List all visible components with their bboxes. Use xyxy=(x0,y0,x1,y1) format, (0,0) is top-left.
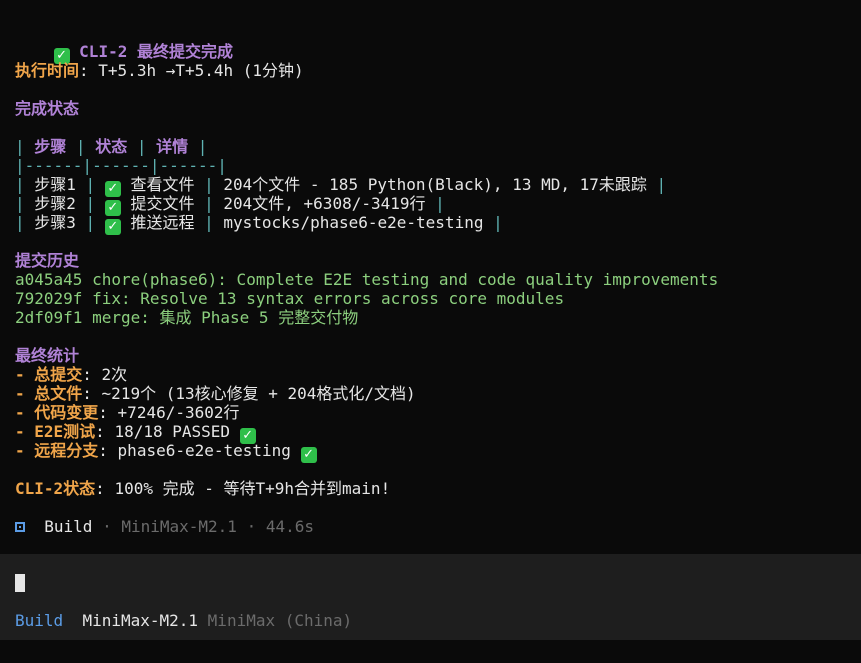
exec-time-line: 执行时间: T+5.3h →T+5.4h (1分钟) xyxy=(15,61,304,80)
table-separator-row: |------|------|------| xyxy=(15,156,227,175)
page-title: CLI-2 最终提交完成 xyxy=(79,42,233,61)
bullet: - xyxy=(15,365,35,384)
provider-label: MiniMax (China) xyxy=(207,611,353,630)
table-cell-status: 推送远程 xyxy=(130,213,195,232)
title-line: ✓ CLI-2 最终提交完成 xyxy=(15,23,233,64)
prompt-input-area[interactable]: Build MiniMax-M2.1 MiniMax (China) xyxy=(0,554,861,640)
table-pipe: | xyxy=(75,194,105,213)
list-item: - 远程分支: phase6-e2e-testing ✓ xyxy=(15,441,317,463)
table-pipe: | xyxy=(75,213,105,232)
text-cursor[interactable] xyxy=(15,574,25,592)
history-heading-line: 提交历史 xyxy=(15,251,79,270)
exec-time-label: 执行时间 xyxy=(15,61,80,80)
completion-heading-line: 完成状态 xyxy=(15,99,79,118)
table-row: | 步骤1 | ✓ 查看文件 | 204个文件 - 185 Python(Bla… xyxy=(15,175,667,197)
table-cell-step: 步骤1 xyxy=(34,175,76,194)
commit-line: 792029f fix: Resolve 13 syntax errors ac… xyxy=(15,289,565,308)
separator-dot: · xyxy=(92,517,122,536)
separator-dot: · xyxy=(236,517,266,536)
table-cell-status: 查看文件 xyxy=(130,175,195,194)
list-item: - 总文件: ~219个 (13核心修复 + 204格式化/文档) xyxy=(15,384,416,403)
table-pipe: | xyxy=(483,213,503,232)
table-cell-status: 提交文件 xyxy=(130,194,195,213)
stat-label: 远程分支 xyxy=(34,441,99,460)
table-header-row: | 步骤 | 状态 | 详情 | xyxy=(15,137,207,156)
cli-status-value: 100% 完成 - 等待T+9h合并到main! xyxy=(114,479,391,498)
table-header-detail: 详情 xyxy=(156,137,189,156)
build-info-line: Build · MiniMax-M2.1 · 44.6s xyxy=(15,517,314,536)
stat-label: 总文件 xyxy=(34,384,83,403)
build-square-icon xyxy=(15,522,25,532)
table-cell-detail: mystocks/phase6-e2e-testing xyxy=(223,213,484,232)
list-item: - 总提交: 2次 xyxy=(15,365,127,384)
stat-value: +7246/-3602行 xyxy=(117,403,240,422)
colon: : xyxy=(98,403,118,422)
table-separator: |------|------|------| xyxy=(15,156,227,175)
colon: : xyxy=(95,479,115,498)
table-pipe: | xyxy=(194,194,224,213)
check-icon: ✓ xyxy=(300,447,317,463)
colon: : xyxy=(82,384,102,403)
history-heading: 提交历史 xyxy=(15,251,80,270)
build-model: MiniMax-M2.1 xyxy=(121,517,237,536)
table-pipe: | xyxy=(194,213,224,232)
cli-status-label: CLI-2状态 xyxy=(15,479,96,498)
stat-value: 18/18 PASSED xyxy=(114,422,231,441)
status-bar: Build MiniMax-M2.1 MiniMax (China) xyxy=(15,611,352,630)
commit-line: a045a45 chore(phase6): Complete E2E test… xyxy=(15,270,719,289)
table-pipe: | xyxy=(15,213,35,232)
commit-line: 2df09f1 merge: 集成 Phase 5 完整交付物 xyxy=(15,308,359,327)
bullet: - xyxy=(15,403,35,422)
table-pipe: | xyxy=(425,194,445,213)
table-pipe: | xyxy=(66,137,96,156)
exec-time-value: T+5.3h →T+5.4h (1分钟) xyxy=(98,61,304,80)
stats-heading-line: 最终统计 xyxy=(15,346,79,365)
list-item: - 代码变更: +7246/-3602行 xyxy=(15,403,240,422)
colon: : xyxy=(82,365,102,384)
table-pipe: | xyxy=(15,137,35,156)
table-pipe: | xyxy=(188,137,208,156)
cli-status-line: CLI-2状态: 100% 完成 - 等待T+9h合并到main! xyxy=(15,479,390,498)
completion-heading: 完成状态 xyxy=(15,99,80,118)
stat-label: E2E测试 xyxy=(34,422,96,441)
bullet: - xyxy=(15,441,35,460)
stat-value: phase6-e2e-testing xyxy=(117,441,291,460)
bullet: - xyxy=(15,384,35,403)
table-pipe: | xyxy=(15,194,35,213)
list-item: - E2E测试: 18/18 PASSED ✓ xyxy=(15,422,256,444)
table-header-step: 步骤 xyxy=(34,137,67,156)
table-cell-detail: 204个文件 - 185 Python(Black), 13 MD, 17未跟踪 xyxy=(223,175,647,194)
bullet: - xyxy=(15,422,35,441)
check-icon: ✓ xyxy=(104,219,121,235)
model-label[interactable]: MiniMax-M2.1 xyxy=(82,611,198,630)
colon: : xyxy=(79,61,99,80)
stat-label: 总提交 xyxy=(34,365,83,384)
colon: : xyxy=(98,441,118,460)
table-row: | 步骤2 | ✓ 提交文件 | 204文件, +6308/-3419行 | xyxy=(15,194,445,216)
stat-label: 代码变更 xyxy=(34,403,99,422)
colon: : xyxy=(95,422,115,441)
table-pipe: | xyxy=(646,175,667,194)
build-duration: 44.6s xyxy=(265,517,315,536)
stats-heading: 最终统计 xyxy=(15,346,80,365)
table-row: | 步骤3 | ✓ 推送远程 | mystocks/phase6-e2e-tes… xyxy=(15,213,503,235)
table-pipe: | xyxy=(15,175,35,194)
stat-value: 2次 xyxy=(101,365,128,384)
table-pipe: | xyxy=(75,175,105,194)
table-cell-step: 步骤2 xyxy=(34,194,76,213)
build-mode: Build xyxy=(44,517,93,536)
table-pipe: | xyxy=(194,175,224,194)
mode-label[interactable]: Build xyxy=(15,611,63,630)
table-pipe: | xyxy=(127,137,157,156)
stat-value: ~219个 (13核心修复 + 204格式化/文档) xyxy=(101,384,416,403)
table-cell-step: 步骤3 xyxy=(34,213,76,232)
table-cell-detail: 204文件, +6308/-3419行 xyxy=(223,194,426,213)
table-header-status: 状态 xyxy=(95,137,128,156)
